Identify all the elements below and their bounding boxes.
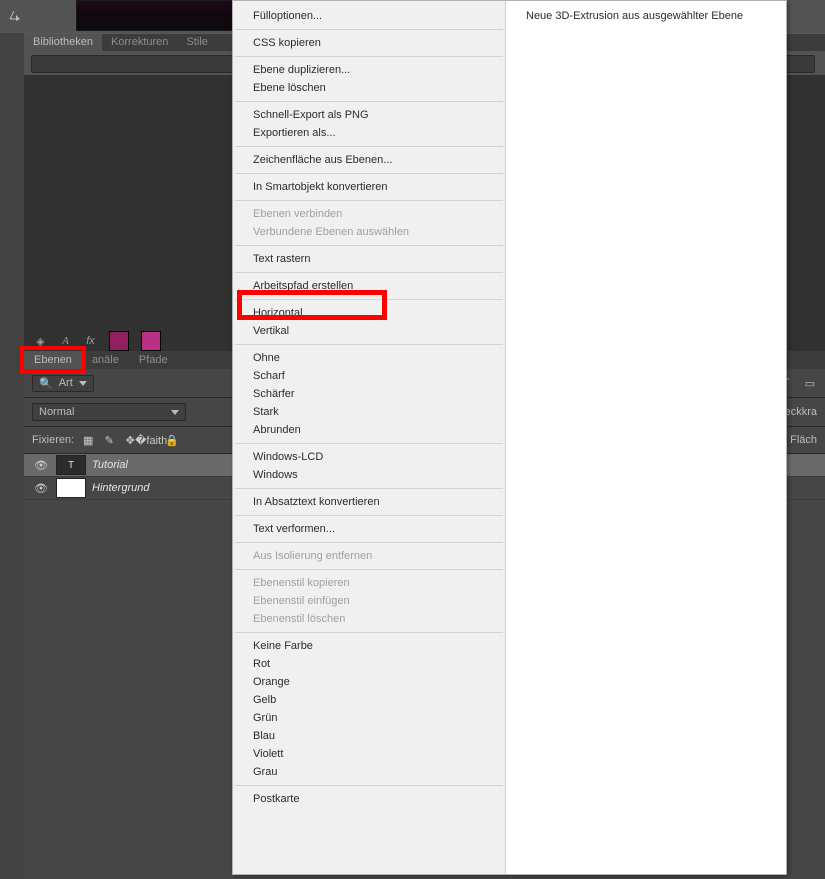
layer-thumb-bg [56,478,86,498]
visibility-eye-icon[interactable]: 👁 [32,459,50,472]
lock-transparency-icon[interactable]: ▦ [82,434,94,447]
left-gutter [0,33,24,873]
menu-item: Ebenenstil kopieren [233,574,505,592]
color-swatch-1[interactable] [109,331,129,351]
menu-item[interactable]: Zeichenfläche aus Ebenen... [233,151,505,169]
tab-bibliotheken[interactable]: Bibliotheken [24,34,102,52]
lock-all-icon[interactable]: 🔒 [166,434,178,447]
chevron-down-icon [79,381,87,386]
menu-item[interactable]: Horizontal [233,304,505,322]
menu-separator [235,101,503,102]
menu-item[interactable]: Exportieren als... [233,124,505,142]
menu-separator [235,785,503,786]
menu-item: Ebenenstil einfügen [233,592,505,610]
layer-thumb-text: T [56,455,86,475]
menu-item[interactable]: CSS kopieren [233,34,505,52]
menu-separator [235,632,503,633]
menu-item[interactable]: Schnell-Export als PNG [233,106,505,124]
menu-item[interactable]: Schärfer [233,385,505,403]
tab-kanaele[interactable]: anäle [82,351,129,369]
layer-name[interactable]: Hintergrund [92,482,149,494]
menu-item: Ebenen verbinden [233,205,505,223]
menu-item[interactable]: Text rastern [233,250,505,268]
menu-item[interactable]: Ebene löschen [233,79,505,97]
menu-item[interactable]: Text verformen... [233,520,505,538]
menu-item[interactable]: Windows-LCD [233,448,505,466]
chevron-down-icon [171,410,179,415]
menu-item[interactable]: Grün [233,709,505,727]
color-swatch-2[interactable] [141,331,161,351]
menu-item[interactable]: Vertikal [233,322,505,340]
menu-item[interactable]: Keine Farbe [233,637,505,655]
filter-shape-icon[interactable]: ▭ [803,377,817,390]
menu-item: Verbundene Ebenen auswählen [233,223,505,241]
collapse-icon[interactable] [0,0,30,29]
layer-kind-label: Art [59,377,73,389]
magnifier-icon: 🔍 [39,377,53,390]
document-thumbnail [76,0,238,31]
menu-item-3d-extrusion[interactable]: Neue 3D-Extrusion aus ausgewählter Ebene [506,7,786,25]
lock-paint-icon[interactable]: ✎ [103,434,115,447]
menu-item[interactable]: Orange [233,673,505,691]
menu-separator [235,344,503,345]
menu-separator [235,200,503,201]
menu-item: Ebenenstil löschen [233,610,505,628]
menu-item[interactable]: Arbeitspfad erstellen [233,277,505,295]
blend-mode-select[interactable]: Normal [32,403,186,421]
menu-item: Aus Isolierung entfernen [233,547,505,565]
menu-item[interactable]: Ohne [233,349,505,367]
menu-item[interactable]: Blau [233,727,505,745]
layer-name[interactable]: Tutorial [92,459,128,471]
menu-separator [235,245,503,246]
menu-item[interactable]: Stark [233,403,505,421]
blend-mode-value: Normal [39,406,74,418]
menu-item[interactable]: Windows [233,466,505,484]
menu-separator [235,272,503,273]
menu-item[interactable]: Grau [233,763,505,781]
context-menu-right-col: Neue 3D-Extrusion aus ausgewählter Ebene [506,1,786,874]
menu-item[interactable]: In Smartobjekt konvertieren [233,178,505,196]
menu-item[interactable]: Gelb [233,691,505,709]
menu-item[interactable]: Violett [233,745,505,763]
layer-kind-select[interactable]: 🔍 Art [32,375,94,392]
tab-korrekturen[interactable]: Korrekturen [102,34,177,52]
menu-item[interactable]: Fülloptionen... [233,7,505,25]
menu-separator [235,299,503,300]
layer-context-menu: Fülloptionen... CSS kopieren Ebene duplizi… [232,0,787,875]
context-menu-left-col: Fülloptionen... CSS kopieren Ebene duplizi… [233,1,506,874]
menu-separator [235,173,503,174]
menu-item[interactable]: Scharf [233,367,505,385]
menu-item[interactable]: Postkarte [233,790,505,808]
menu-item[interactable]: Abrunden [233,421,505,439]
menu-separator [235,488,503,489]
menu-separator [235,443,503,444]
menu-separator [235,515,503,516]
tab-pfade[interactable]: Pfade [129,351,178,369]
menu-item[interactable]: In Absatztext konvertieren [233,493,505,511]
lock-label: Fixieren: [32,434,74,446]
annotation-box-ebenen [20,346,86,374]
fill-label: Fläch [790,434,817,446]
menu-item[interactable]: Ebene duplizieren... [233,61,505,79]
menu-separator [235,56,503,57]
menu-item[interactable]: Rot [233,655,505,673]
menu-separator [235,146,503,147]
menu-separator [235,542,503,543]
tab-stile[interactable]: Stile [177,34,216,52]
menu-separator [235,29,503,30]
visibility-eye-icon[interactable]: 👁 [32,482,50,495]
menu-separator [235,569,503,570]
lock-artboard-icon[interactable]: �faith [145,434,157,447]
